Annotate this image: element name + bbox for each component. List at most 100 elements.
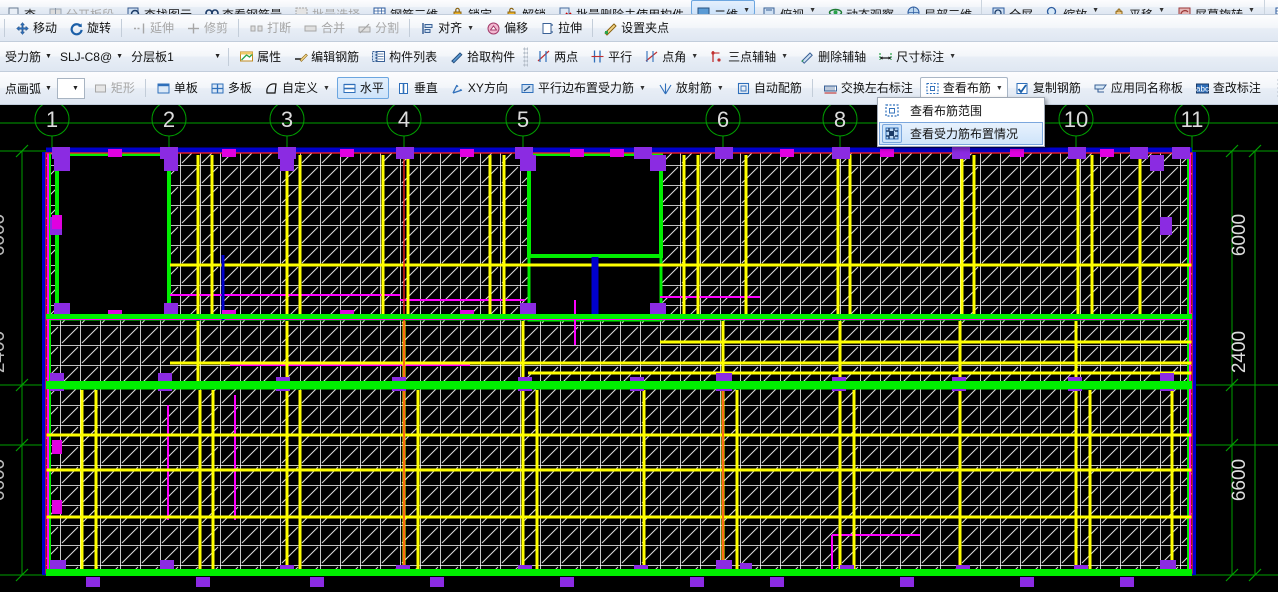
toolbar-item-parallel[interactable]: 平行 <box>585 46 637 68</box>
toolbar-row-component: 受力筋 ▼ SLJ-C8@ ▼ 分层板1 ▼ 属性 编辑钢筋 构件列表 拾取构件 <box>0 42 1278 72</box>
chevron-down-icon[interactable]: ▼ <box>743 7 750 14</box>
toolbar-label: 两点 <box>554 49 579 64</box>
toolbar-item-rebar-3d[interactable]: 钢筋三维 <box>367 0 443 14</box>
properties-icon <box>239 49 254 64</box>
toolbar-label: 删除辅轴 <box>818 49 867 64</box>
rebar-type-value: 受力筋 <box>5 50 42 64</box>
toolbar-item-apply-same-name[interactable]: 应用同名称板 <box>1088 77 1188 99</box>
toolbar-item-three-point-aux[interactable]: 三点辅轴 ▼ <box>705 46 793 68</box>
chevron-down-icon[interactable]: ▼ <box>691 53 698 60</box>
toolbar-item-merge[interactable]: 合并 <box>298 17 350 39</box>
chevron-down-icon[interactable]: ▼ <box>717 85 724 92</box>
divide-icon <box>357 21 372 36</box>
toolbar-item-point-angle[interactable]: 点角 ▼ <box>639 46 703 68</box>
toolbar-item-batch-select[interactable]: 批量选择 <box>289 0 365 14</box>
chevron-down-icon[interactable]: ▼ <box>949 53 956 60</box>
toolbar-item-horizontal[interactable]: 水平 <box>336 77 389 99</box>
chevron-down-icon[interactable]: ▼ <box>116 53 123 60</box>
toolbar-label: 编辑钢筋 <box>311 49 360 64</box>
toolbar-item-find-element[interactable]: 查找图元 <box>121 0 197 14</box>
toolbar-item-xy-direction[interactable]: XY方向 <box>445 77 513 99</box>
toolbar-item-batch-delete[interactable]: 批量删除未使用构件 <box>553 0 689 14</box>
rebar-spec-combo[interactable]: SLJ-C8@ ▼ <box>56 46 125 67</box>
toolbar-item-stretch[interactable]: 拉伸 <box>535 17 587 39</box>
toolbar-item-edit-rebar[interactable]: 编辑钢筋 <box>288 46 364 68</box>
menu-item-view-stress-rebar-layout[interactable]: 查看受力筋布置情况 <box>879 122 1043 145</box>
chevron-down-icon[interactable]: ▼ <box>996 85 1003 92</box>
chevron-down-icon[interactable]: ▼ <box>781 53 788 60</box>
chevron-down-icon[interactable]: ▼ <box>214 53 221 60</box>
chevron-down-icon[interactable]: ▼ <box>45 53 52 60</box>
toolbar-item-misc[interactable]: 查 <box>1 0 41 14</box>
toolbar-item-zoom[interactable]: 缩放 ▼ <box>1040 0 1104 14</box>
toolbar-item-unlock[interactable]: 解锁 <box>499 0 551 14</box>
toolbar-item-rotate[interactable]: 旋转 <box>64 17 116 39</box>
chevron-down-icon[interactable]: ▼ <box>45 85 52 92</box>
svg-text:2: 2 <box>163 107 175 132</box>
toolbar-item-custom[interactable]: 自定义 ▼ <box>259 77 335 99</box>
toolbar-item-radial-rebar[interactable]: 放射筋 ▼ <box>653 77 729 99</box>
toolbar-item-break[interactable]: 打断 <box>244 17 296 39</box>
toolbar-item-select-floor[interactable]: 选择楼层 <box>1269 0 1278 14</box>
toolbar-item-check-edit-annotation[interactable]: abc 查改标注 <box>1190 77 1266 99</box>
chevron-down-icon[interactable]: ▼ <box>467 25 474 32</box>
chevron-down-icon[interactable]: ▼ <box>69 85 82 92</box>
rectangle-icon <box>93 81 108 96</box>
toolbar-item-trim[interactable]: 修剪 <box>181 17 233 39</box>
toolbar-item-orbit[interactable]: 动态观察 <box>823 0 899 14</box>
toolbar-item-move[interactable]: 移动 <box>10 17 62 39</box>
swap-annotation-icon <box>823 81 838 96</box>
toolbar-item-pick-component[interactable]: 拾取构件 <box>444 46 520 68</box>
svg-text:4: 4 <box>398 107 410 132</box>
toolbar-item-properties[interactable]: 属性 <box>234 46 286 68</box>
drawing-canvas[interactable]: 1 2 3 4 5 6 8 10 11 6000 2400 6600 6000 … <box>0 105 1278 592</box>
toolbar-item-align[interactable]: 对齐 ▼ <box>415 17 479 39</box>
toolbar-item-two-d[interactable]: 二维 ▼ <box>691 0 756 14</box>
rebar-type-combo[interactable]: 受力筋 ▼ <box>1 46 54 67</box>
toolbar-item-vertical[interactable]: 垂直 <box>391 77 443 99</box>
toolbar-item-pan[interactable]: 平移 ▼ <box>1106 0 1170 14</box>
menu-item-view-rebar-range[interactable]: 查看布筋范围 <box>879 99 1043 122</box>
chevron-down-icon[interactable]: ▼ <box>1158 7 1165 14</box>
toolbar-item-extend[interactable]: 延伸 <box>127 17 179 39</box>
chevron-down-icon[interactable]: ▼ <box>1248 7 1255 14</box>
toolbar-item-divide[interactable]: 分割 <box>352 17 404 39</box>
auto-rebar-icon <box>736 81 751 96</box>
slab-layer-combo[interactable]: 分层板1 ▼ <box>127 46 223 67</box>
chevron-down-icon[interactable]: ▼ <box>323 85 330 92</box>
chevron-down-icon[interactable]: ▼ <box>809 7 816 14</box>
chevron-down-icon[interactable]: ▼ <box>1092 7 1099 14</box>
toolbar-item-auto-rebar[interactable]: 自动配筋 <box>731 77 807 99</box>
toolbar-item-fullscreen[interactable]: 全屏 <box>986 0 1038 14</box>
break-icon <box>249 21 264 36</box>
toolbar-item-rectangle[interactable]: 矩形 <box>88 77 140 99</box>
toolbar-item-split-slab[interactable]: 分开板段 <box>43 0 119 14</box>
top-view-icon <box>762 5 777 14</box>
toolbar-item-view-rebar-layout[interactable]: 查看布筋 ▼ <box>919 77 1008 99</box>
toolbar-item-screen-rotate[interactable]: 屏幕旋转 ▼ <box>1172 0 1260 14</box>
toolbar-item-set-grip[interactable]: 设置夹点 <box>598 17 674 39</box>
empty-combo[interactable]: ▼ <box>56 77 85 99</box>
toolbar-item-lock[interactable]: 锁定 <box>445 0 497 14</box>
toolbar-item-single-slab[interactable]: 单板 <box>151 77 203 99</box>
toolbar-label: 复制钢筋 <box>1032 81 1081 95</box>
toolbar-item-component-list[interactable]: 构件列表 <box>366 46 442 68</box>
toolbar-grip[interactable] <box>523 46 529 67</box>
toolbar-item-delete-aux[interactable]: 删除辅轴 <box>795 46 871 68</box>
toolbar-item-multi-slab[interactable]: 多板 <box>205 77 257 99</box>
chevron-down-icon[interactable]: ▼ <box>639 85 646 92</box>
view-rebar-layout-menu[interactable]: 查看布筋范围 查看受力筋布置情况 <box>877 97 1045 147</box>
toolbar-item-parallel-edge-rebar[interactable]: 平行边布置受力筋 ▼ <box>515 77 651 99</box>
toolbar-label: 垂直 <box>413 81 438 95</box>
toolbar-item-offset[interactable]: 偏移 <box>481 17 533 39</box>
arc-draw-label: 点画弧 <box>5 81 42 96</box>
toolbar-item-swap-annotation[interactable]: 交换左右标注 <box>818 77 918 99</box>
toolbar-item-top-view[interactable]: 俯视 ▼ <box>757 0 821 14</box>
toolbar-item-dimension[interactable]: 尺寸标注 ▼ <box>873 46 961 68</box>
toolbar-item-view-rebar-qty[interactable]: 查看钢筋量 <box>199 0 287 14</box>
slab-layer-value: 分层板1 <box>131 50 174 64</box>
toolbar-item-local-3d[interactable]: 局部三维 <box>901 0 977 14</box>
toolbar-item-copy-rebar[interactable]: 复制钢筋 <box>1010 77 1086 99</box>
toolbar-item-two-point[interactable]: 两点 <box>531 46 583 68</box>
arc-draw-combo[interactable]: 点画弧 ▼ <box>1 78 54 99</box>
